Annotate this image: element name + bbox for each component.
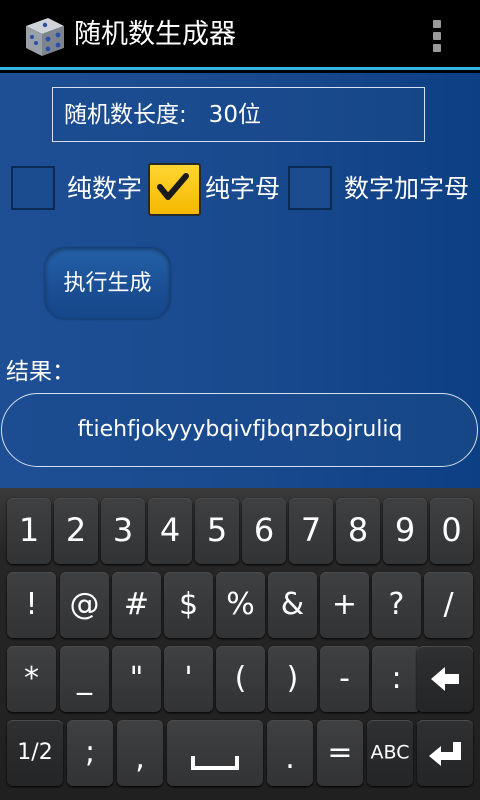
- key-9[interactable]: 9: [383, 498, 427, 564]
- key-percent[interactable]: %: [216, 572, 265, 638]
- dice-icon: [20, 12, 68, 60]
- key-minus[interactable]: -: [320, 646, 369, 712]
- key-exclamation[interactable]: !: [7, 572, 56, 638]
- generate-button[interactable]: 执行生成: [45, 248, 170, 319]
- key-2[interactable]: 2: [54, 498, 98, 564]
- checkbox-numbers[interactable]: [11, 166, 55, 210]
- key-8[interactable]: 8: [336, 498, 380, 564]
- key-equals[interactable]: =: [317, 720, 363, 786]
- key-colon[interactable]: :: [372, 646, 421, 712]
- key-4[interactable]: 4: [148, 498, 192, 564]
- action-bar: [0, 0, 480, 70]
- key-right-paren[interactable]: ): [268, 646, 317, 712]
- backspace-icon: [431, 667, 459, 691]
- key-semicolon[interactable]: ;: [67, 720, 113, 786]
- key-question[interactable]: ?: [372, 572, 421, 638]
- overflow-menu-icon[interactable]: [425, 20, 449, 52]
- key-comma[interactable]: ,: [117, 720, 163, 786]
- checkbox-mixed-label[interactable]: 数字加字母: [344, 171, 469, 207]
- key-7[interactable]: 7: [289, 498, 333, 564]
- key-ampersand[interactable]: &: [268, 572, 317, 638]
- key-5[interactable]: 5: [195, 498, 239, 564]
- app-title: 随机数生成器: [74, 19, 236, 50]
- checkbox-numbers-label[interactable]: 纯数字: [67, 171, 142, 207]
- backspace-key[interactable]: [417, 646, 473, 712]
- key-0[interactable]: 0: [430, 498, 473, 564]
- key-plus[interactable]: +: [320, 572, 369, 638]
- key-6[interactable]: 6: [242, 498, 286, 564]
- checkbox-mixed[interactable]: [288, 166, 332, 210]
- enter-icon: [429, 742, 461, 766]
- key-single-quote[interactable]: ': [164, 646, 213, 712]
- soft-keyboard: 1 2 3 4 5 6 7 8 9 0 ! @ # $ % & + ? / * …: [0, 488, 480, 800]
- key-period[interactable]: .: [267, 720, 313, 786]
- key-left-paren[interactable]: (: [216, 646, 265, 712]
- enter-key[interactable]: [417, 720, 473, 786]
- result-label: 结果：: [6, 359, 75, 385]
- result-value: ftiehfjokyyybqivfjbqnzbojruliq: [77, 417, 403, 442]
- key-asterisk[interactable]: *: [7, 646, 56, 712]
- key-page-toggle[interactable]: 1/2: [7, 720, 63, 786]
- length-field-text: 随机数长度: 30位: [64, 102, 261, 128]
- checkbox-letters[interactable]: [148, 163, 201, 216]
- key-3[interactable]: 3: [101, 498, 145, 564]
- space-bar-icon: [191, 756, 239, 770]
- key-underscore[interactable]: _: [60, 646, 109, 712]
- key-at[interactable]: @: [60, 572, 109, 638]
- space-key[interactable]: [167, 720, 263, 786]
- key-dollar[interactable]: $: [164, 572, 213, 638]
- key-slash[interactable]: /: [424, 572, 473, 638]
- checkbox-letters-label[interactable]: 纯字母: [205, 171, 280, 207]
- key-abc[interactable]: ABC: [367, 720, 413, 786]
- action-bar-divider: [0, 67, 480, 70]
- key-1[interactable]: 1: [7, 498, 51, 564]
- key-hash[interactable]: #: [112, 572, 161, 638]
- key-double-quote[interactable]: ": [112, 646, 161, 712]
- checkmark-icon: [157, 173, 189, 200]
